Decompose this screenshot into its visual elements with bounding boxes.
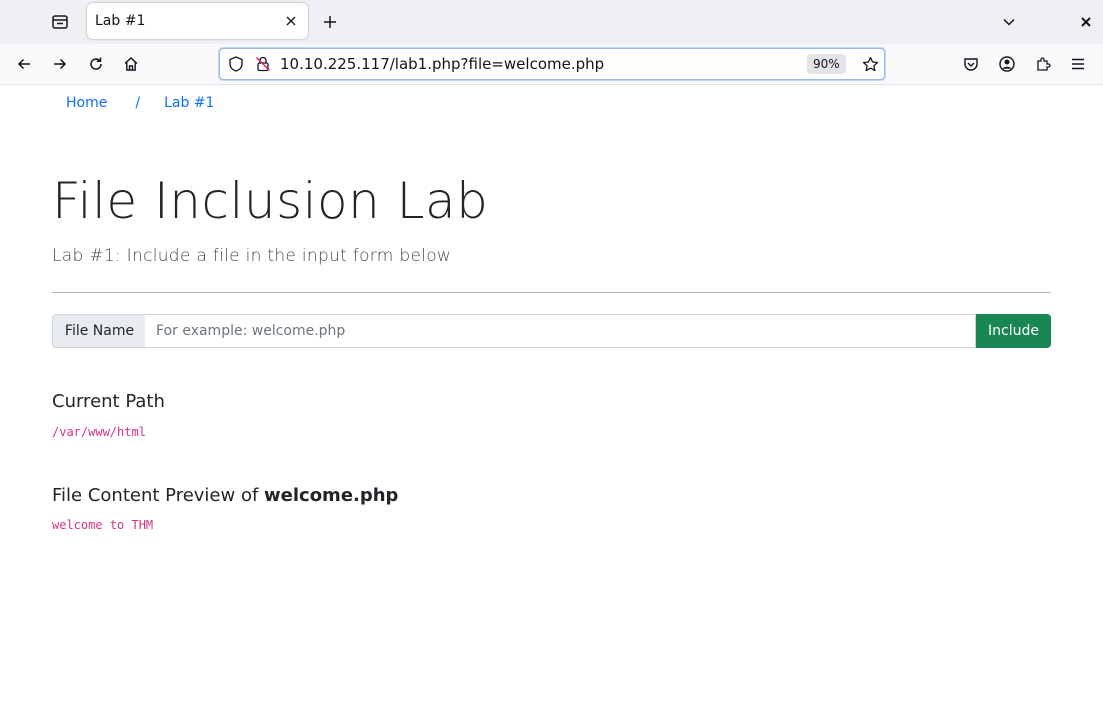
file-include-form: File Name Include bbox=[52, 314, 1051, 348]
firefox-view-icon[interactable] bbox=[44, 6, 76, 38]
pocket-icon[interactable] bbox=[955, 48, 987, 80]
window-close-icon[interactable] bbox=[1072, 6, 1100, 38]
nav-bar: 10.10.225.117/lab1.php?file=welcome.php … bbox=[0, 44, 1103, 85]
breadcrumb-home-link[interactable]: Home bbox=[66, 95, 107, 111]
breadcrumb-lab1-link[interactable]: Lab #1 bbox=[164, 95, 214, 111]
chevron-down-icon[interactable] bbox=[993, 6, 1025, 38]
tab-lab1[interactable]: Lab #1 bbox=[87, 3, 308, 39]
url-text[interactable]: 10.10.225.117/lab1.php?file=welcome.php bbox=[280, 55, 604, 73]
current-path-value: /var/www/html bbox=[52, 425, 146, 439]
menu-icon[interactable] bbox=[1062, 48, 1094, 80]
include-button[interactable]: Include bbox=[976, 314, 1051, 348]
reload-icon[interactable] bbox=[80, 48, 112, 80]
back-icon[interactable] bbox=[8, 48, 40, 80]
extensions-icon[interactable] bbox=[1027, 48, 1059, 80]
shield-icon[interactable] bbox=[227, 55, 245, 73]
home-icon[interactable] bbox=[115, 48, 147, 80]
account-icon[interactable] bbox=[991, 48, 1023, 80]
file-preview-filename: welcome.php bbox=[264, 485, 399, 506]
tab-title: Lab #1 bbox=[95, 13, 146, 29]
new-tab-icon[interactable] bbox=[314, 6, 346, 38]
file-name-input[interactable] bbox=[145, 314, 976, 348]
page-subtitle: Lab #1: Include a file in the input form… bbox=[52, 246, 452, 266]
insecure-lock-icon[interactable] bbox=[254, 55, 272, 73]
breadcrumb-separator: / bbox=[135, 95, 141, 111]
file-preview-heading: File Content Preview of welcome.php bbox=[52, 485, 398, 506]
breadcrumb: Home / Lab #1 bbox=[66, 95, 214, 111]
bookmark-star-icon[interactable] bbox=[860, 54, 880, 74]
file-preview-heading-text: File Content Preview of bbox=[52, 485, 265, 506]
zoom-level-badge[interactable]: 90% bbox=[807, 54, 846, 74]
tab-bar: Lab #1 bbox=[0, 0, 1103, 44]
url-bar[interactable]: 10.10.225.117/lab1.php?file=welcome.php … bbox=[219, 48, 885, 80]
current-path-heading: Current Path bbox=[52, 391, 165, 412]
page-title: File Inclusion Lab bbox=[52, 172, 489, 230]
file-preview-content: welcome to THM bbox=[52, 518, 154, 532]
tab-close-icon[interactable] bbox=[282, 12, 300, 30]
forward-icon[interactable] bbox=[44, 48, 76, 80]
file-name-label: File Name bbox=[52, 314, 147, 348]
divider bbox=[52, 292, 1051, 293]
